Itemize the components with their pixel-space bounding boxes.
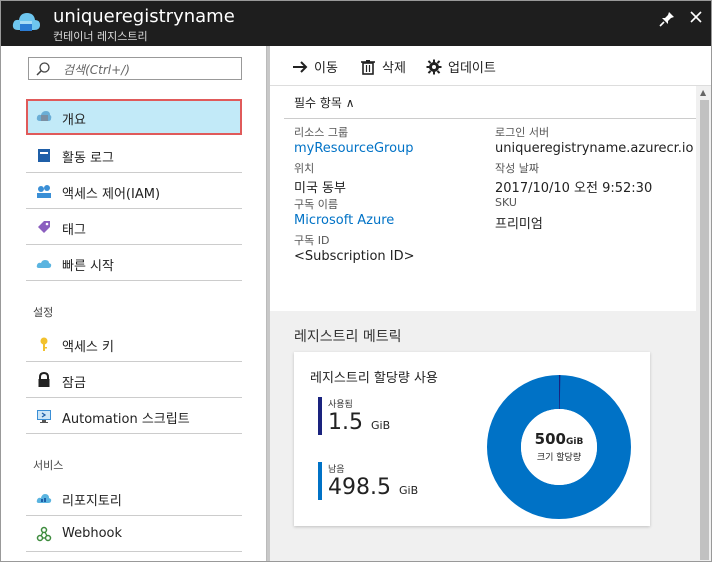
scroll-thumb[interactable] — [700, 100, 709, 560]
sidebar-item-access-control[interactable]: 액세스 제어(IAM) — [26, 173, 242, 209]
sidebar: 검색(Ctrl+/) 개요 활동 로그 액세스 제어(IAM) 태그 빠른 시작… — [1, 46, 267, 561]
quickstart-icon — [36, 260, 52, 268]
update-label: 업데이트 — [448, 61, 496, 76]
gear-icon — [426, 59, 442, 75]
total-unit: GiB — [565, 437, 584, 447]
location-label: 위치 — [294, 162, 315, 175]
essentials-toggle[interactable]: 필수 항목 ∧ — [294, 94, 355, 111]
sidebar-item-label: Webhook — [62, 526, 123, 541]
free-label: 남음 — [328, 465, 345, 475]
used-unit: GiB — [371, 419, 391, 432]
trash-icon — [361, 60, 375, 75]
resource-group-label: 리소스 그룹 — [294, 126, 349, 139]
card-title: 레지스트리 할당량 사용 — [310, 371, 438, 386]
free-unit: GiB — [398, 484, 419, 497]
sidebar-item-overview[interactable]: 개요 — [26, 99, 242, 135]
section-header-services: 서비스 — [33, 459, 64, 472]
login-server-label: 로그인 서버 — [495, 126, 550, 139]
search-icon — [36, 62, 50, 76]
automation-script-icon — [37, 410, 51, 423]
access-control-icon — [37, 185, 51, 198]
search-input[interactable]: 검색(Ctrl+/) — [28, 57, 242, 80]
key-icon — [40, 337, 48, 351]
login-server-value: uniqueregistryname.azurecr.io — [495, 141, 694, 156]
essentials-panel: 필수 항목 ∧ 리소스 그룹 myResourceGroup 위치 미국 동부 … — [270, 86, 696, 311]
move-button[interactable]: 이동 — [292, 57, 338, 77]
sidebar-item-repositories[interactable]: 리포지토리 — [26, 480, 242, 516]
subscription-id-value: <Subscription ID> — [294, 249, 415, 264]
title-bar: uniqueregistryname 컨테이너 레지스트리 — [1, 1, 711, 46]
sidebar-item-label: Automation 스크립트 — [62, 412, 190, 427]
created-value: 2017/10/10 오전 9:52:30 — [495, 181, 653, 196]
subscription-id-label: 구독 ID — [294, 234, 330, 247]
subscription-name-label: 구독 이름 — [294, 198, 338, 211]
quota-usage-card[interactable]: 레지스트리 할당량 사용 사용됨 1.5 GiB 남음 498.5 GiB 500G… — [294, 352, 650, 526]
sidebar-item-access-keys[interactable]: 액세스 키 — [26, 326, 242, 362]
cloud-registry-icon — [36, 111, 52, 121]
page-subtitle: 컨테이너 레지스트리 — [53, 30, 148, 43]
main-content: 이동 삭제 업데이트 필수 항목 ∧ 리소스 그룹 myResourceGrou… — [270, 46, 711, 561]
created-label: 작성 날짜 — [495, 162, 539, 175]
sidebar-item-activity-log[interactable]: 활동 로그 — [26, 137, 242, 173]
update-button[interactable]: 업데이트 — [426, 57, 496, 77]
container-registry-icon — [12, 13, 40, 31]
divider — [284, 118, 696, 119]
delete-button[interactable]: 삭제 — [360, 57, 406, 77]
sidebar-item-quickstart[interactable]: 빠른 시작 — [26, 245, 242, 281]
used-value: 1.5 — [328, 410, 363, 435]
pin-icon[interactable] — [657, 9, 677, 29]
close-icon[interactable] — [686, 7, 706, 27]
used-label: 사용됨 — [328, 400, 353, 410]
sidebar-item-label: 잠금 — [62, 376, 86, 391]
tag-icon — [38, 221, 50, 233]
location-value: 미국 동부 — [294, 181, 346, 196]
resource-group-link[interactable]: myResourceGroup — [294, 141, 414, 156]
sidebar-item-label: 액세스 제어(IAM) — [62, 187, 161, 202]
sidebar-item-automation-script[interactable]: Automation 스크립트 — [26, 398, 242, 434]
subscription-name-link[interactable]: Microsoft Azure — [294, 213, 394, 228]
scroll-up-icon[interactable]: ▲ — [700, 88, 706, 97]
move-label: 이동 — [314, 61, 338, 76]
repository-icon — [36, 494, 52, 503]
sidebar-item-label: 리포지토리 — [62, 494, 122, 509]
page-title: uniqueregistryname — [53, 6, 235, 27]
webhook-icon — [36, 526, 52, 542]
sidebar-item-label: 태그 — [62, 223, 86, 238]
used-value-row: 1.5 GiB — [328, 410, 390, 435]
lock-icon — [38, 372, 50, 387]
activity-log-icon — [38, 149, 50, 162]
sidebar-item-tags[interactable]: 태그 — [26, 209, 242, 245]
used-stat: 사용됨 1.5 GiB — [318, 397, 390, 435]
container-registry-blade: uniqueregistryname 컨테이너 레지스트리 검색(Ctrl+/)… — [0, 0, 712, 562]
free-stat: 남음 498.5 GiB — [318, 462, 418, 500]
donut-center-label: 500GiB 크기 할당량 — [486, 374, 632, 520]
sidebar-item-webhooks[interactable]: Webhook — [26, 516, 242, 552]
sidebar-item-label: 액세스 키 — [62, 340, 114, 355]
sku-value: 프리미엄 — [495, 217, 543, 232]
sku-label: SKU — [495, 196, 517, 209]
section-header-settings: 설정 — [33, 306, 54, 319]
arrow-right-icon — [293, 61, 308, 73]
search-placeholder: 검색(Ctrl+/) — [63, 63, 130, 77]
total-value: 500 — [534, 430, 566, 448]
total-label: 크기 할당량 — [536, 453, 582, 463]
delete-label: 삭제 — [382, 61, 406, 76]
main-scrollbar[interactable]: ▲ — [696, 86, 711, 561]
sidebar-item-label: 개요 — [62, 113, 86, 128]
total-value-row: 500GiB — [486, 430, 632, 448]
sidebar-item-label: 빠른 시작 — [62, 259, 114, 274]
command-bar: 이동 삭제 업데이트 — [270, 46, 711, 86]
metrics-section-title: 레지스트리 메트릭 — [294, 329, 402, 345]
free-value: 498.5 — [328, 475, 391, 500]
sidebar-item-label: 활동 로그 — [62, 151, 114, 166]
free-value-row: 498.5 GiB — [328, 475, 418, 500]
sidebar-item-locks[interactable]: 잠금 — [26, 362, 242, 398]
